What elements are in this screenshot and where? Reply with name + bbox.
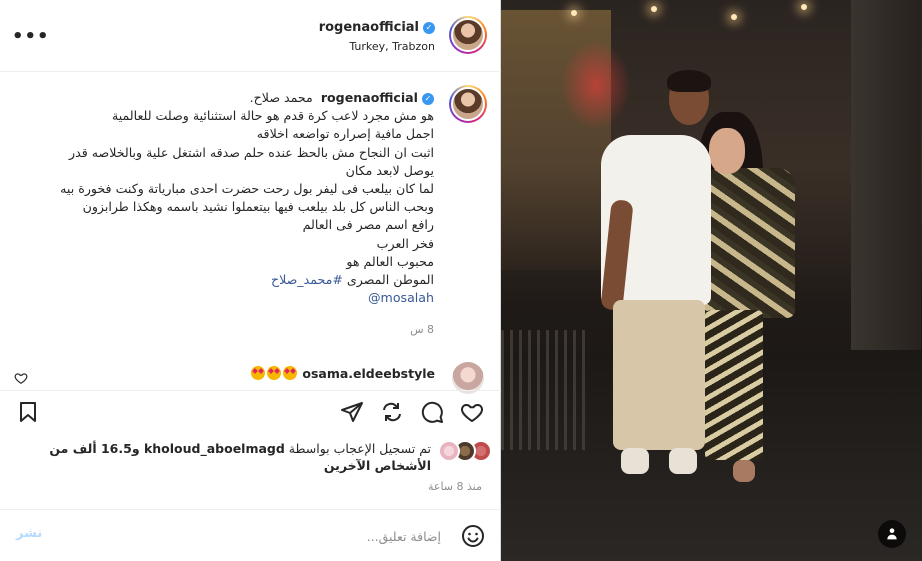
photo-person-man xyxy=(621,448,649,474)
caption-text: الموطن المصرى xyxy=(342,272,434,288)
photo-person-man xyxy=(669,448,697,474)
mute-button[interactable] xyxy=(878,520,906,548)
emoji-icon xyxy=(267,366,282,380)
photo-person-woman xyxy=(703,168,795,318)
mute-icon xyxy=(887,528,897,540)
heart-icon[interactable] xyxy=(460,400,484,424)
post-panel: ••• rogenaofficial ✓ Turkey, Trabzon roge… xyxy=(0,0,501,561)
hashtag-link[interactable]: #محمد_صلاح xyxy=(271,272,343,287)
caption-line: @mosalah xyxy=(4,289,434,307)
post-photo[interactable] xyxy=(501,0,922,561)
photo-person-man xyxy=(667,70,711,92)
photo-ceiling-light xyxy=(801,4,807,10)
post-age[interactable]: منذ 8 ساعة xyxy=(428,480,482,493)
likes-others[interactable]: الأشخاص الآخرين xyxy=(324,458,431,473)
photo-ceiling-light xyxy=(651,6,657,12)
mention-link[interactable]: @mosalah xyxy=(368,290,434,305)
bookmark-icon[interactable] xyxy=(16,400,40,424)
avatar[interactable] xyxy=(449,16,487,54)
liker-avatar[interactable] xyxy=(438,440,460,462)
comment-icon[interactable] xyxy=(420,400,444,424)
comment-text: osama.eldeebstyle xyxy=(250,366,435,381)
share-icon[interactable] xyxy=(380,400,404,424)
caption-text: محمد صلاح. xyxy=(249,90,313,105)
location[interactable]: Turkey, Trabzon xyxy=(349,40,435,53)
comment-composer: نشر xyxy=(0,509,501,561)
caption-line: رافع اسم مصر فى العالم xyxy=(302,217,434,233)
likes-row: تم تسجيل الإعجاب بواسطة kholoud_aboelmag… xyxy=(0,438,501,478)
caption-line: وبحب الناس كل بلد بيلعب فيها بيتعملوا نش… xyxy=(82,199,434,215)
caption-line: هو مش مجرد لاعب كرة قدم هو حالة استثنائي… xyxy=(111,108,434,124)
comment-input[interactable] xyxy=(119,524,443,548)
comment-like-heart-icon[interactable] xyxy=(14,371,28,385)
comment-username[interactable]: osama.eldeebstyle xyxy=(302,366,435,381)
photo-person-woman xyxy=(733,460,755,482)
photo-ceiling-light xyxy=(571,10,577,16)
caption: rogenaofficial ✓ محمد صلاح. هو مش مجرد لا… xyxy=(4,89,434,307)
photo-ceiling-light xyxy=(731,14,737,20)
emoji-icon xyxy=(251,366,266,380)
header-username-wrap[interactable]: rogenaofficial ✓ xyxy=(319,20,435,35)
smiley-icon[interactable] xyxy=(461,524,485,548)
post-header: ••• rogenaofficial ✓ Turkey, Trabzon xyxy=(0,0,501,72)
header-username[interactable]: rogenaofficial xyxy=(319,20,419,35)
caption-line: الموطن المصرى #محمد_صلاح xyxy=(4,271,434,289)
caption-username[interactable]: rogenaofficial ✓ xyxy=(321,90,434,105)
photo-person-woman xyxy=(705,310,763,460)
divider xyxy=(0,390,501,391)
caption-line: rogenaofficial ✓ محمد صلاح. xyxy=(4,89,434,107)
verified-icon: ✓ xyxy=(422,93,434,105)
verified-icon: ✓ xyxy=(423,22,435,34)
likes-prefix: تم تسجيل الإعجاب بواسطة xyxy=(284,441,431,456)
more-icon[interactable]: ••• xyxy=(12,26,50,47)
caption-line: اجمل مافية إصراره تواضعه اخلاقه xyxy=(256,126,434,142)
photo-railing xyxy=(501,330,591,450)
photo-neon-light xyxy=(561,40,631,130)
comment-row: osama.eldeebstyle xyxy=(0,358,501,394)
caption-avatar[interactable] xyxy=(449,85,487,123)
caption-time[interactable]: 8 س xyxy=(410,323,434,336)
caption-line: لما كان بيلعب فى ليفر بول رحت حضرت احدى … xyxy=(60,181,434,197)
liker-username[interactable]: kholoud_aboelmagd xyxy=(144,441,285,456)
likes-count[interactable]: و16.5 ألف من xyxy=(49,441,144,456)
caption-line: اثبت ان النجاح مش بالحظ عنده حلم صدقه اش… xyxy=(69,144,434,160)
send-icon[interactable] xyxy=(340,400,364,424)
photo-person-woman xyxy=(709,128,745,174)
action-bar xyxy=(0,396,501,430)
caption-line: محبوب العالم هو xyxy=(346,253,434,269)
emoji-icon xyxy=(283,366,298,380)
post-button[interactable]: نشر xyxy=(16,526,42,541)
likes-summary[interactable]: تم تسجيل الإعجاب بواسطة kholoud_aboelmag… xyxy=(11,440,431,474)
photo-person-man xyxy=(613,300,705,450)
caption-line: فخر العرب xyxy=(376,235,434,251)
caption-line: يوصل لابعد مكان xyxy=(345,162,434,178)
